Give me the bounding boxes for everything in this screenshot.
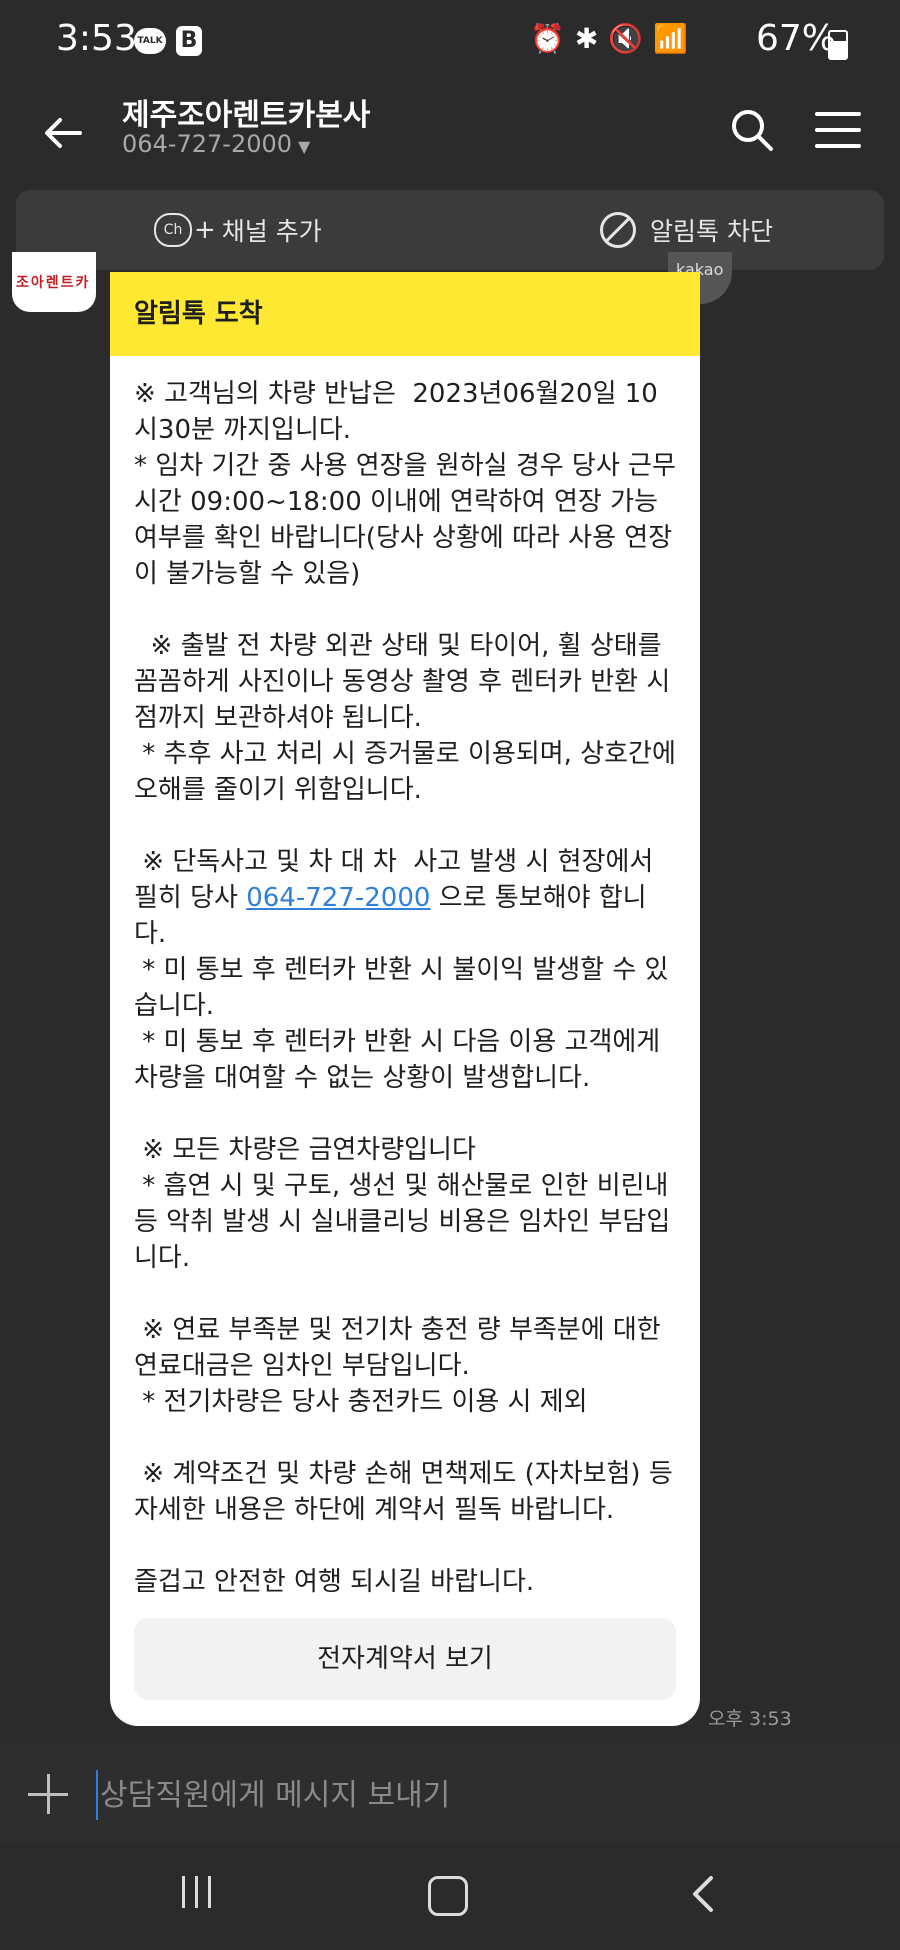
view-contract-button[interactable]: 전자계약서 보기 bbox=[134, 1618, 676, 1700]
menu-button[interactable] bbox=[814, 108, 862, 152]
sender-avatar[interactable]: 조아렌트카 bbox=[12, 252, 96, 312]
channel-action-bar: Ch + 채널 추가 알림톡 차단 bbox=[16, 190, 884, 270]
phone-link[interactable]: 064-727-2000 bbox=[246, 883, 430, 913]
message-body: ※ 고객님의 차량 반납은 2023년06월20일 10시30분 까지입니다. … bbox=[110, 356, 700, 1600]
signal-icon: 📶 bbox=[653, 22, 699, 55]
arrow-left-icon bbox=[45, 118, 82, 148]
block-icon bbox=[600, 212, 636, 248]
status-time: 3:53 bbox=[56, 18, 137, 59]
phone-number: 064-727-2000 bbox=[122, 130, 293, 158]
message-text: 으로 통보해야 합니다. * 미 통보 후 렌터카 반환 시 불이익 발생할 수… bbox=[134, 883, 669, 1093]
message-header: 알림톡 도착 bbox=[110, 272, 700, 356]
hamburger-menu-icon bbox=[815, 112, 861, 148]
system-navigation-bar bbox=[0, 1844, 900, 1950]
message-paragraph: ※ 출발 전 차량 외관 상태 및 타이어, 휠 상태를 꼼꼼하게 사진이나 동… bbox=[134, 631, 676, 805]
chevron-left-icon bbox=[693, 1876, 713, 1912]
status-icons: ⏰✱🔇📶 bbox=[530, 22, 698, 55]
back-button[interactable] bbox=[40, 110, 86, 156]
status-bar: 3:53 TALK B ⏰✱🔇📶 67% bbox=[0, 0, 900, 80]
message-bubble: 알림톡 도착 ※ 고객님의 차량 반납은 2023년06월20일 10시30분 … bbox=[110, 272, 700, 1726]
chat-title: 제주조아렌트카본사 bbox=[122, 98, 371, 133]
mute-icon: 🔇 bbox=[608, 22, 654, 55]
search-icon bbox=[732, 110, 773, 151]
battery-level: 67% bbox=[756, 18, 837, 59]
bluetooth-icon: ✱ bbox=[574, 22, 609, 55]
add-channel-button[interactable]: Ch + 채널 추가 bbox=[154, 208, 322, 252]
search-button[interactable] bbox=[728, 106, 776, 154]
message-paragraph: 즐겁고 안전한 여행 되시길 바랍니다. bbox=[134, 1567, 535, 1597]
channel-icon: Ch bbox=[154, 213, 192, 247]
block-notification-label: 알림톡 차단 bbox=[650, 217, 773, 246]
message-paragraph: ※ 단독사고 및 차 대 차 사고 발생 시 현장에서 필히 당사 064-72… bbox=[134, 844, 678, 1096]
message-paragraph: ※ 모든 차량은 금연차량입니다 * 흡연 시 및 구토, 생선 및 해산물로 … bbox=[134, 1135, 671, 1273]
caret-down-icon: ▼ bbox=[298, 137, 311, 156]
attach-plus-icon[interactable] bbox=[28, 1774, 68, 1814]
add-channel-label: 채널 추가 bbox=[221, 217, 322, 246]
battery-icon bbox=[828, 30, 848, 60]
home-button[interactable] bbox=[428, 1876, 468, 1916]
talk-notification-icon: TALK bbox=[134, 28, 166, 54]
message-input-bar bbox=[0, 1744, 900, 1844]
recent-apps-button[interactable] bbox=[180, 1876, 214, 1910]
message-timestamp: 오후 3:53 bbox=[708, 1708, 792, 1730]
alarm-icon: ⏰ bbox=[530, 22, 575, 55]
avatar-logo-text: 조아렌트카 bbox=[16, 275, 91, 291]
message-input[interactable] bbox=[96, 1770, 802, 1820]
message-paragraph: ※ 계약조건 및 차량 손해 면책제도 (자차보험) 등 자세한 내용은 하단에… bbox=[134, 1459, 682, 1525]
message-paragraph: ※ 고객님의 차량 반납은 2023년06월20일 10시30분 까지입니다. … bbox=[134, 379, 676, 589]
chat-header: 제주조아렌트카본사 064-727-2000 ▼ bbox=[0, 80, 900, 188]
block-notification-button[interactable]: 알림톡 차단 bbox=[600, 208, 773, 252]
phone-selector[interactable]: 064-727-2000 ▼ bbox=[122, 130, 310, 158]
message-paragraph: ※ 연료 부족분 및 전기차 충전 량 부족분에 대한 연료대금은 임차인 부담… bbox=[134, 1315, 661, 1417]
plus-icon: + bbox=[194, 215, 216, 245]
b-notification-icon: B bbox=[176, 26, 202, 56]
system-back-button[interactable] bbox=[684, 1874, 724, 1914]
